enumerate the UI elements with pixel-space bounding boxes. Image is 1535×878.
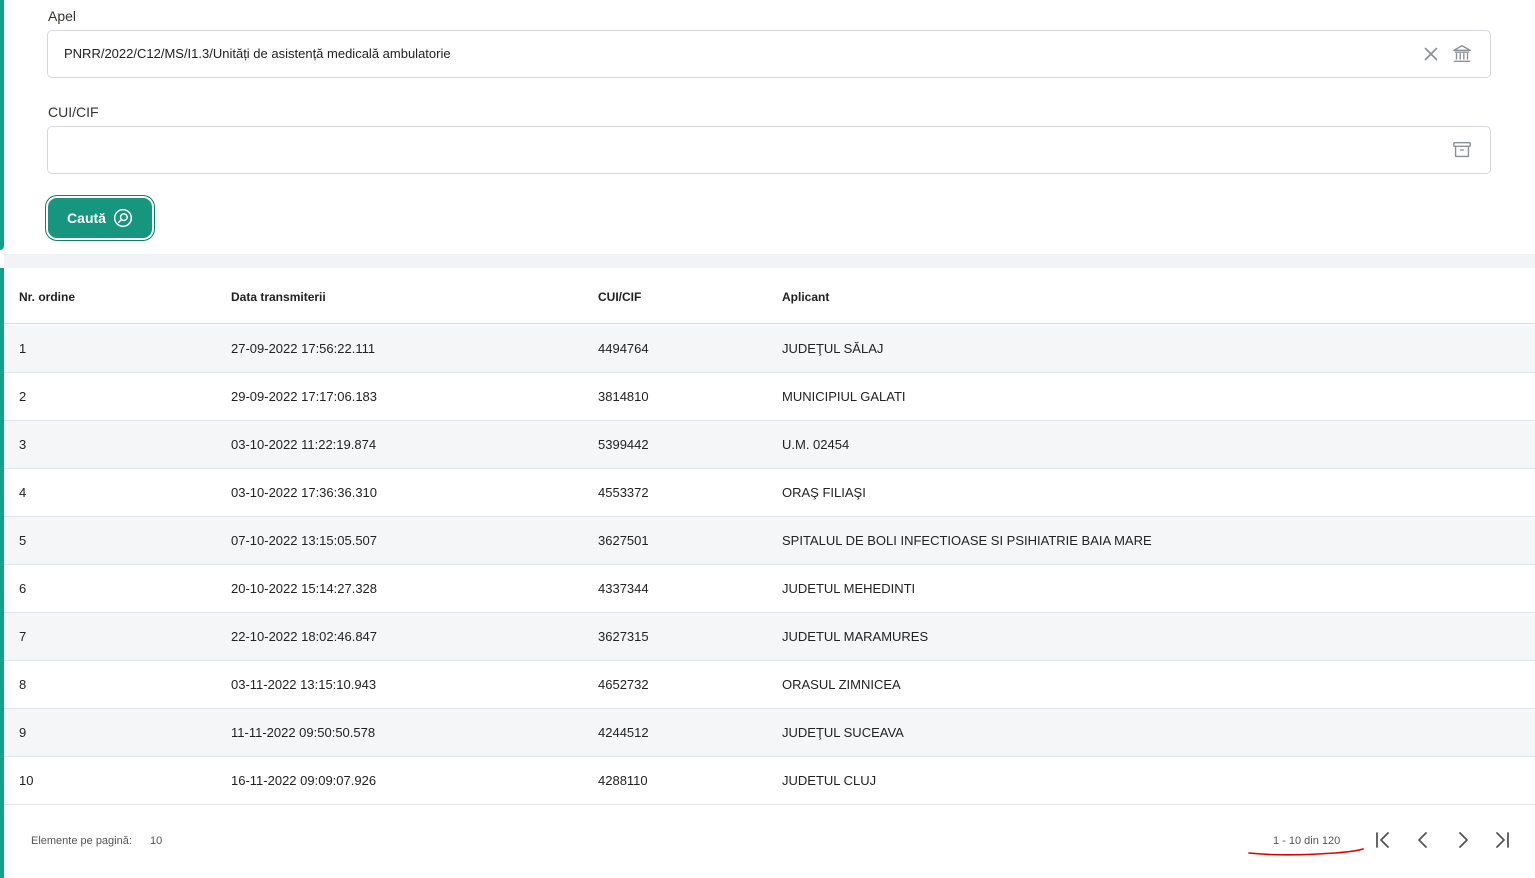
table-row[interactable]: 9 11-11-2022 09:50:50.578 4244512 JUDEŢU… [4,709,1535,757]
cell-nr: 9 [19,725,27,740]
header-cui-cif[interactable]: CUI/CIF [598,290,641,304]
cell-nr: 8 [19,677,27,692]
apel-field[interactable]: PNRR/2022/C12/MS/I1.3/Unități de asisten… [47,30,1491,78]
cell-applicant: ORAŞ FILIAŞI [782,485,866,500]
items-per-page-label: Elemente pe pagină: [31,835,132,847]
cell-nr: 5 [19,533,27,548]
cell-cui: 3814810 [598,389,649,404]
table-row[interactable]: 10 16-11-2022 09:09:07.926 4288110 JUDET… [4,757,1535,805]
items-per-page-select[interactable]: 10 [150,835,162,847]
table-header: Nr. ordine Data transmiterii CUI/CIF Apl… [4,268,1535,324]
cell-cui: 3627501 [598,533,649,548]
results-table: Nr. ordine Data transmiterii CUI/CIF Apl… [4,268,1535,878]
cui-field[interactable] [47,126,1491,174]
cell-applicant: JUDEŢUL SĂLAJ [782,341,884,356]
search-icon [113,208,133,228]
cell-nr: 1 [19,341,27,356]
chevron-left-icon[interactable] [1411,828,1435,852]
cell-cui: 4288110 [598,773,648,788]
cell-date: 03-10-2022 17:36:36.310 [231,485,378,500]
cell-nr: 10 [19,773,34,788]
cell-date: 16-11-2022 09:09:07.926 [231,773,377,788]
cell-date: 20-10-2022 15:14:27.328 [231,581,378,596]
search-button-label: Caută [67,210,106,226]
cell-applicant: JUDETUL MARAMURES [782,629,929,644]
close-icon[interactable] [1420,43,1442,65]
cell-cui: 3627315 [598,629,649,644]
cell-nr: 6 [19,581,27,596]
page-range-label: 1 - 10 din 120 [1273,835,1341,847]
cell-applicant: JUDETUL CLUJ [782,773,877,788]
search-button[interactable]: Caută [48,198,152,238]
cell-date: 07-10-2022 13:15:05.507 [231,533,378,548]
cell-applicant: U.M. 02454 [782,437,850,452]
apel-value: PNRR/2022/C12/MS/I1.3/Unități de asisten… [64,46,451,61]
table-row[interactable]: 8 03-11-2022 13:15:10.943 4652732 ORASUL… [4,661,1535,709]
table-body: 1 27-09-2022 17:56:22.111 4494764 JUDEŢU… [4,325,1535,805]
cell-nr: 3 [19,437,27,452]
archive-icon [1451,139,1473,161]
section-divider [4,254,1535,268]
header-data-transmiterii[interactable]: Data transmiterii [231,290,326,304]
cell-date: 03-11-2022 13:15:10.943 [231,677,377,692]
cell-date: 27-09-2022 17:56:22.111 [231,341,376,356]
cell-applicant: JUDEŢUL SUCEAVA [782,725,904,740]
red-underline-annotation [1248,848,1364,856]
header-nr-ordine[interactable]: Nr. ordine [19,290,75,304]
table-row[interactable]: 1 27-09-2022 17:56:22.111 4494764 JUDEŢU… [4,325,1535,373]
cui-label: CUI/CIF [48,104,99,120]
cell-cui: 5399442 [598,437,649,452]
cell-nr: 2 [19,389,27,404]
cell-date: 03-10-2022 11:22:19.874 [231,437,377,452]
cell-cui: 4652732 [598,677,649,692]
cell-cui: 4244512 [598,725,649,740]
cell-date: 29-09-2022 17:17:06.183 [231,389,378,404]
bank-icon [1451,43,1473,65]
cell-date: 11-11-2022 09:50:50.578 [231,725,376,740]
apel-label: Apel [48,8,77,24]
cell-applicant: MUNICIPIUL GALATI [782,389,906,404]
table-row[interactable]: 2 29-09-2022 17:17:06.183 3814810 MUNICI… [4,373,1535,421]
chevron-right-icon[interactable] [1451,828,1475,852]
cell-cui: 4494764 [598,341,649,356]
table-row[interactable]: 3 03-10-2022 11:22:19.874 5399442 U.M. 0… [4,421,1535,469]
cell-cui: 4337344 [598,581,649,596]
cell-nr: 4 [19,485,27,500]
cell-date: 22-10-2022 18:02:46.847 [231,629,378,644]
cell-applicant: JUDETUL MEHEDINTI [782,581,916,596]
table-row[interactable]: 5 07-10-2022 13:15:05.507 3627501 SPITAL… [4,517,1535,565]
filter-panel: Apel PNRR/2022/C12/MS/I1.3/Unități de as… [4,0,1535,254]
last-page-icon[interactable] [1490,828,1514,852]
cell-applicant: ORASUL ZIMNICEA [782,677,901,692]
cell-applicant: SPITALUL DE BOLI INFECTIOASE SI PSIHIATR… [782,533,1152,548]
table-row[interactable]: 6 20-10-2022 15:14:27.328 4337344 JUDETU… [4,565,1535,613]
table-row[interactable]: 7 22-10-2022 18:02:46.847 3627315 JUDETU… [4,613,1535,661]
first-page-icon[interactable] [1371,828,1395,852]
table-row[interactable]: 4 03-10-2022 17:36:36.310 4553372 ORAŞ F… [4,469,1535,517]
paginator: Elemente pe pagină: 10 1 - 10 din 120 [4,805,1535,878]
cell-cui: 4553372 [598,485,649,500]
cell-nr: 7 [19,629,27,644]
header-aplicant[interactable]: Aplicant [782,290,829,304]
